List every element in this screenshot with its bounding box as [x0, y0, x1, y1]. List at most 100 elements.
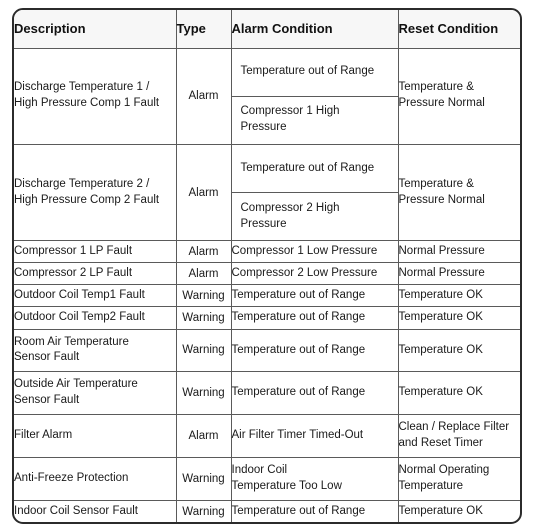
- reset-condition-line: Temperature OK: [398, 386, 483, 399]
- alarm-condition-text: Temperature out of Range: [231, 504, 366, 517]
- table-body: Discharge Temperature 1 / High Pressure C…: [14, 47, 520, 522]
- reset-condition-line: Pressure Normal: [398, 193, 485, 206]
- alarm-condition-subrow: Temperature out of Range: [231, 144, 398, 194]
- cell-description: Discharge Temperature 1 / High Pressure C…: [14, 47, 177, 145]
- cell-alarm-condition: Temperature out of Range: [230, 328, 399, 373]
- reset-condition-line: Temperature &: [398, 177, 474, 190]
- cell-alarm-condition: Temperature out of Range: [230, 371, 399, 416]
- cell-description: Compressor 2 LP Fault: [14, 262, 177, 286]
- reset-condition-line: Temperature: [398, 480, 464, 493]
- cell-alarm-condition: Compressor 1 Low Pressure: [230, 240, 399, 264]
- column-header-type: Type: [175, 10, 232, 49]
- cell-description: Discharge Temperature 2 / High Pressure C…: [14, 143, 177, 242]
- alarm-condition-text: Temperature out of Range: [231, 343, 366, 356]
- cell-type: Warning: [175, 328, 232, 373]
- cell-type: Warning: [175, 306, 232, 330]
- reset-condition-line: Temperature OK: [398, 343, 483, 356]
- table-row: Compressor 2 LP Fault Alarm Compressor 2 L…: [14, 262, 520, 286]
- alarm-condition-subrow: Compressor 2 High Pressure: [232, 193, 398, 241]
- column-header-description: Description: [14, 10, 177, 49]
- cell-type: Warning: [175, 284, 232, 308]
- table-header-row: Description Type Alarm Condition Reset C…: [14, 10, 520, 49]
- alarm-condition-text: Compressor 2 Low Pressure: [231, 266, 378, 279]
- reset-condition-line: Temperature OK: [398, 504, 483, 517]
- reset-condition-line: and Reset Timer: [398, 437, 483, 450]
- cell-type: Alarm: [175, 262, 232, 286]
- cell-alarm-condition: Temperature out of Range: [230, 500, 399, 522]
- alarm-condition-subtable: Temperature out of Range Compressor 1 Hig…: [231, 48, 398, 144]
- alarm-condition-subtable: Temperature out of Range Compressor 2 Hig…: [231, 144, 398, 241]
- cell-reset-condition: Temperature OK: [397, 328, 520, 373]
- cell-description: Filter Alarm: [14, 414, 177, 459]
- alarm-table-container: Description Type Alarm Condition Reset C…: [12, 8, 522, 524]
- cell-reset-condition: Normal Operating Temperature: [397, 457, 520, 501]
- cell-alarm-condition: Air Filter Timer Timed-Out: [230, 414, 399, 459]
- cell-description: Compressor 1 LP Fault: [14, 240, 177, 264]
- cell-reset-condition: Temperature OK: [397, 284, 520, 308]
- table-row: Anti-Freeze Protection Warning Indoor Coil…: [14, 457, 520, 501]
- table-row: Indoor Coil Sensor Fault Warning Temperatu…: [14, 500, 520, 522]
- table-row: Compressor 1 LP Fault Alarm Compressor 1 L…: [14, 240, 520, 264]
- cell-description: Outdoor Coil Temp2 Fault: [14, 306, 177, 330]
- description-line: Sensor Fault: [14, 351, 80, 364]
- cell-alarm-condition: Indoor Coil Temperature Too Low: [230, 457, 399, 501]
- description-line: Sensor Fault: [14, 394, 80, 407]
- cell-description: Room Air Temperature Sensor Fault: [14, 328, 177, 373]
- table-row: Outdoor Coil Temp1 Fault Warning Temperatu…: [14, 284, 520, 308]
- cell-type: Alarm: [175, 143, 232, 242]
- cell-alarm-condition: Temperature out of Range: [230, 284, 399, 308]
- description-line: Outside Air Temperature: [14, 378, 138, 391]
- cell-type: Alarm: [175, 414, 232, 459]
- alarm-reference-table: Description Type Alarm Condition Reset C…: [14, 10, 520, 522]
- cell-reset-condition: Normal Pressure: [397, 262, 520, 286]
- cell-type: Alarm: [175, 240, 232, 264]
- table-row: Outdoor Coil Temp2 Fault Warning Temperatu…: [14, 306, 520, 330]
- table-row: Room Air Temperature Sensor Fault Warning T…: [14, 328, 520, 373]
- reset-condition-line: Temperature &: [398, 81, 474, 94]
- alarm-condition-text: Compressor 1 Low Pressure: [231, 244, 378, 257]
- cell-reset-condition: Normal Pressure: [397, 240, 520, 264]
- reset-condition-line: Normal Pressure: [398, 266, 485, 279]
- description-line: Discharge Temperature 1 /: [14, 81, 150, 94]
- alarm-condition-text: Temperature out of Range: [231, 48, 398, 97]
- alarm-condition-subrow: Compressor 1 High Pressure: [232, 96, 398, 144]
- reset-condition-line: Normal Operating: [398, 464, 490, 477]
- alarm-condition-text: Temperature out of Range: [231, 386, 366, 399]
- alarm-condition-line: Temperature Too Low: [231, 480, 342, 493]
- cell-type: Alarm: [175, 47, 232, 145]
- alarm-condition-line: Indoor Coil: [231, 464, 288, 477]
- reset-condition-line: Temperature OK: [398, 289, 483, 302]
- description-line: Room Air Temperature: [14, 335, 129, 348]
- cell-reset-condition: Clean / Replace Filter and Reset Timer: [397, 414, 520, 459]
- cell-alarm-condition: Temperature out of Range Compressor 2 Hig…: [230, 143, 399, 242]
- table-row: Discharge Temperature 1 / High Pressure C…: [14, 47, 520, 145]
- table-row: Filter Alarm Alarm Air Filter Timer Timed-…: [14, 414, 520, 459]
- cell-alarm-condition: Temperature out of Range: [230, 306, 399, 330]
- alarm-condition-subrow: Temperature out of Range: [231, 48, 398, 97]
- column-header-reset-condition: Reset Condition: [397, 10, 520, 49]
- description-line: Indoor Coil Sensor Fault: [14, 504, 139, 517]
- description-line: Outdoor Coil Temp2 Fault: [14, 311, 145, 324]
- description-line: Compressor 1 LP Fault: [14, 244, 133, 257]
- reset-condition-line: Pressure Normal: [398, 97, 485, 110]
- alarm-condition-text: Compressor 1 High Pressure: [240, 105, 340, 134]
- column-header-alarm-condition: Alarm Condition: [230, 10, 399, 49]
- cell-type: Warning: [175, 500, 232, 522]
- alarm-condition-text: Temperature out of Range: [231, 311, 366, 324]
- table-header: Description Type Alarm Condition Reset C…: [14, 10, 520, 49]
- alarm-condition-text: Compressor 2 High Pressure: [240, 201, 340, 230]
- description-line: Discharge Temperature 2 /: [14, 177, 150, 190]
- cell-reset-condition: Temperature OK: [397, 371, 520, 416]
- cell-reset-condition: Temperature OK: [397, 306, 520, 330]
- reset-condition-line: Temperature OK: [398, 311, 483, 324]
- cell-type: Warning: [175, 371, 232, 416]
- cell-alarm-condition: Compressor 2 Low Pressure: [230, 262, 399, 286]
- cell-description: Outdoor Coil Temp1 Fault: [14, 284, 177, 308]
- cell-description: Anti-Freeze Protection: [14, 457, 177, 501]
- reset-condition-line: Clean / Replace Filter: [398, 421, 510, 434]
- cell-description: Outside Air Temperature Sensor Fault: [14, 371, 177, 416]
- cell-description: Indoor Coil Sensor Fault: [14, 500, 177, 522]
- reset-condition-line: Normal Pressure: [398, 244, 485, 257]
- alarm-condition-text: Temperature out of Range: [231, 144, 398, 194]
- description-line: Compressor 2 LP Fault: [14, 266, 133, 279]
